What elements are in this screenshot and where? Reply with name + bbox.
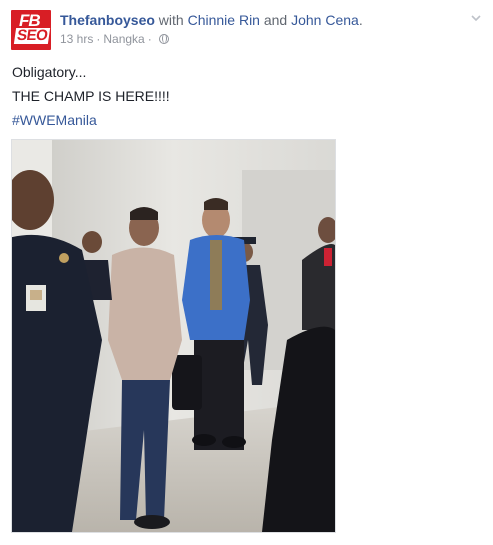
with-text: with [158,12,184,28]
post-header: Thefanboyseo with Chinnie Rin and John C… [60,11,363,29]
photo-image [12,140,335,532]
post-text-line-2: THE CHAMP IS HERE!!!! [12,88,170,104]
and-text: and [263,12,288,28]
header-end-punct: . [358,12,363,28]
meta-separator: · [147,32,152,46]
globe-icon[interactable] [158,34,169,44]
post-meta: 13 hrs · Nangka · [60,32,169,46]
post-text-line-1: Obligatory... [12,64,87,80]
post-photo[interactable] [11,139,336,533]
tagged-person-link-2[interactable]: John Cena [291,12,359,28]
timestamp-link[interactable]: 13 hrs [60,32,93,46]
avatar-logo-subtext: SEO [13,27,51,44]
location-link[interactable]: Nangka [103,32,144,46]
meta-separator: · [96,32,101,46]
tagged-person-link-1[interactable]: Chinnie Rin [188,12,260,28]
page-avatar[interactable]: FB SEO [11,10,51,50]
chevron-down-icon[interactable] [471,13,481,23]
hashtag-link[interactable]: #WWEManila [12,111,97,129]
feed-post: FB SEO Thefanboyseo with Chinnie Rin and… [0,0,493,545]
author-name-link[interactable]: Thefanboyseo [60,12,155,28]
